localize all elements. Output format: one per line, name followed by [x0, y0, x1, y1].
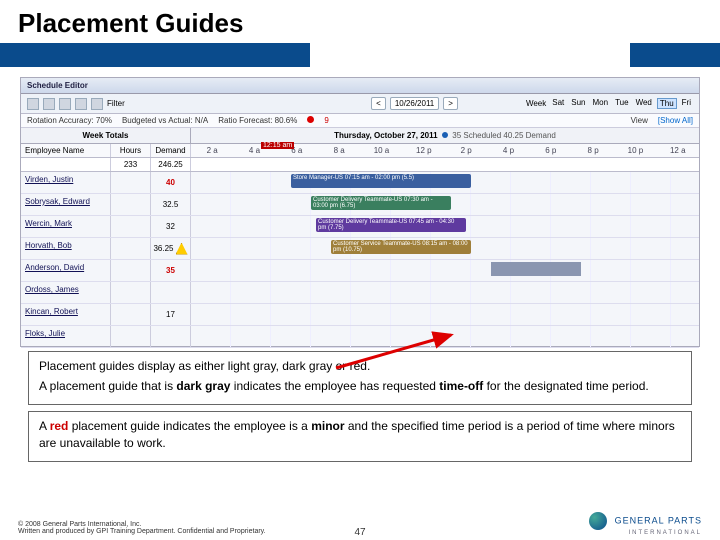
employee-hours: [111, 216, 151, 237]
employee-name[interactable]: Floks, Julie: [21, 326, 111, 347]
employee-demand: 32: [151, 216, 191, 237]
employee-timeline[interactable]: [191, 282, 699, 303]
ratio-forecast: Ratio Forecast: 80.6%: [218, 116, 297, 125]
window-title: Schedule Editor: [21, 78, 699, 94]
employee-name[interactable]: Kincan, Robert: [21, 304, 111, 325]
employee-rows: Virden, Justin 40 Store Manager-US 07:15 a…: [21, 172, 699, 348]
employee-timeline[interactable]: Customer Service Teammate-US 08:15 am - …: [191, 238, 699, 259]
employee-hours: [111, 326, 151, 347]
weekday-selector: Sat Sun Mon Tue Wed Thu Fri: [550, 98, 693, 109]
employee-row: Floks, Julie: [21, 326, 699, 348]
time-flag: 12:15 am: [261, 142, 294, 149]
employee-name[interactable]: Sobrysak, Edward: [21, 194, 111, 215]
employee-row: Horvath, Bob 36.25 Customer Service Teamma…: [21, 238, 699, 260]
week-label: Week: [526, 99, 546, 108]
shift-block[interactable]: Customer Delivery Teammate-US 07:30 am -…: [311, 196, 451, 210]
employee-hours: [111, 260, 151, 281]
employee-row: Sobrysak, Edward 32.5 Customer Delivery Te…: [21, 194, 699, 216]
employee-timeline[interactable]: [191, 304, 699, 325]
employee-demand: 32.5: [151, 194, 191, 215]
employee-row: Anderson, David 35: [21, 260, 699, 282]
employee-name[interactable]: Anderson, David: [21, 260, 111, 281]
copyright: © 2008 General Parts International, Inc.…: [18, 521, 589, 536]
employee-timeline[interactable]: Customer Delivery Teammate-US 07:45 am -…: [191, 216, 699, 237]
day-mon[interactable]: Mon: [591, 98, 611, 109]
view-label: View: [631, 116, 648, 125]
employee-name[interactable]: Ordoss, James: [21, 282, 111, 303]
date-picker[interactable]: 10/26/2011: [390, 97, 439, 110]
totals-hours: 233: [111, 158, 151, 171]
warning-icon[interactable]: [176, 243, 188, 255]
employee-demand: [151, 282, 191, 303]
employee-hours: [111, 172, 151, 193]
day-fri[interactable]: Fri: [680, 98, 693, 109]
timeline-header: 12:15 am 2 a 4 a 6 a 8 a 10 a 12 p 2 p 4…: [191, 144, 699, 157]
date-next-button[interactable]: >: [443, 97, 458, 110]
day-tue[interactable]: Tue: [613, 98, 631, 109]
employee-row: Wercin, Mark 32 Customer Delivery Teammate…: [21, 216, 699, 238]
employee-name[interactable]: Wercin, Mark: [21, 216, 111, 237]
day-wed[interactable]: Wed: [634, 98, 654, 109]
schedule-editor-window: Schedule Editor Filter < 10/26/2011 > We…: [20, 77, 700, 347]
toolbar: Filter < 10/26/2011 > Week Sat Sun Mon T…: [21, 94, 699, 114]
day-sun[interactable]: Sun: [569, 98, 587, 109]
alert-icon[interactable]: [307, 116, 314, 123]
shift-block[interactable]: Store Manager-US 07:15 am - 02:00 pm (5.…: [291, 174, 471, 188]
employee-demand: 35: [151, 260, 191, 281]
col-hours: Hours: [111, 144, 151, 157]
employee-hours: [111, 238, 151, 259]
employee-demand: 36.25: [151, 238, 191, 259]
explanation-box-2: A red placement guide indicates the empl…: [28, 411, 692, 461]
employee-name[interactable]: Virden, Justin: [21, 172, 111, 193]
totals-row: 233 246.25: [21, 158, 699, 172]
status-row: Rotation Accuracy: 70% Budgeted vs Actua…: [21, 114, 699, 128]
budgeted-actual: Budgeted vs Actual: N/A: [122, 116, 208, 125]
employee-timeline[interactable]: [191, 260, 699, 281]
col-name: Employee Name: [21, 144, 111, 157]
day-sat[interactable]: Sat: [550, 98, 566, 109]
slide-title: Placement Guides: [18, 8, 702, 39]
employee-timeline[interactable]: [191, 326, 699, 347]
employee-demand: [151, 326, 191, 347]
show-all-link[interactable]: [Show All]: [658, 116, 693, 125]
slide-title-bar: Placement Guides: [0, 0, 720, 43]
employee-row: Kincan, Robert 17: [21, 304, 699, 326]
date-prev-button[interactable]: <: [371, 97, 386, 110]
toolbar-icon[interactable]: [27, 98, 39, 110]
filter-icon[interactable]: [91, 98, 103, 110]
day-thu[interactable]: Thu: [657, 98, 677, 109]
rotation-accuracy: Rotation Accuracy: 70%: [27, 116, 112, 125]
employee-timeline[interactable]: Store Manager-US 07:15 am - 02:00 pm (5.…: [191, 172, 699, 193]
week-totals-header: Week Totals: [21, 128, 191, 143]
logo: GENERAL PARTS INTERNATIONAL: [589, 512, 702, 536]
placement-guide[interactable]: [491, 262, 581, 276]
dot-icon: [442, 132, 448, 138]
shift-block[interactable]: Customer Delivery Teammate-US 07:45 am -…: [316, 218, 466, 232]
band-notch: [310, 43, 630, 67]
totals-demand: 246.25: [151, 158, 191, 171]
toolbar-icon[interactable]: [75, 98, 87, 110]
page-number: 47: [354, 527, 365, 538]
col-demand: Demand: [151, 144, 191, 157]
employee-demand: 17: [151, 304, 191, 325]
employee-demand: 40: [151, 172, 191, 193]
alert-count: 9: [324, 116, 328, 125]
employee-row: Virden, Justin 40 Store Manager-US 07:15 a…: [21, 172, 699, 194]
employee-hours: [111, 304, 151, 325]
shift-block[interactable]: Customer Service Teammate-US 08:15 am - …: [331, 240, 471, 254]
date-header: Week Totals Thursday, October 27, 2011 3…: [21, 128, 699, 144]
toolbar-icon[interactable]: [59, 98, 71, 110]
employee-name[interactable]: Horvath, Bob: [21, 238, 111, 259]
employee-hours: [111, 282, 151, 303]
blue-band: [0, 43, 720, 67]
logo-globe-icon: [589, 512, 607, 530]
employee-hours: [111, 194, 151, 215]
employee-timeline[interactable]: Customer Delivery Teammate-US 07:30 am -…: [191, 194, 699, 215]
employee-row: Ordoss, James: [21, 282, 699, 304]
explanation-box-1: Placement guides display as either light…: [28, 351, 692, 405]
date-main: Thursday, October 27, 2011 35 Scheduled …: [191, 128, 699, 143]
column-header: Employee Name Hours Demand 12:15 am 2 a …: [21, 144, 699, 158]
toolbar-icon[interactable]: [43, 98, 55, 110]
filter-label: Filter: [107, 99, 125, 108]
